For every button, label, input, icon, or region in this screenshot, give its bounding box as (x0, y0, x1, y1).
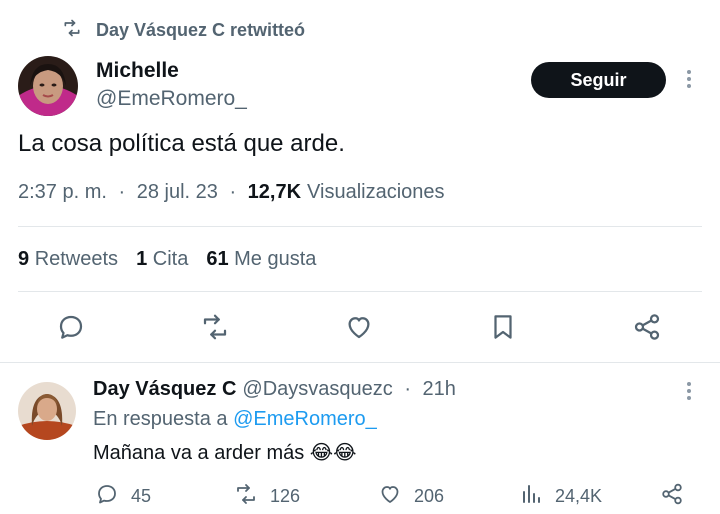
bookmark-icon[interactable] (488, 312, 518, 342)
follow-button[interactable]: Seguir (531, 62, 666, 98)
reply-views-button[interactable]: 24,4K (519, 482, 602, 511)
more-options-icon[interactable] (684, 382, 694, 400)
more-options-icon[interactable] (684, 70, 694, 88)
like-icon (378, 482, 402, 511)
meta-separator: · (223, 181, 242, 203)
tweet-date[interactable]: 28 jul. 23 (137, 181, 218, 204)
reply-text: Mañana va a arder más 😂😂 (93, 442, 357, 464)
divider (0, 362, 720, 363)
tweet-stats: 9 Retweets 1 Cita 61 Me gusta (18, 248, 316, 271)
retweets-stat[interactable]: 9 Retweets (18, 248, 118, 271)
retweet-icon (234, 482, 258, 511)
like-icon[interactable] (344, 312, 374, 342)
reply-icon (95, 482, 119, 511)
reply-reply-button[interactable]: 45 (95, 482, 151, 511)
reply-time[interactable]: 21h (423, 378, 456, 401)
meta-separator: · (398, 378, 417, 400)
retweet-icon[interactable] (200, 312, 230, 342)
reply-replies-count: 45 (131, 486, 152, 506)
views-icon (519, 482, 543, 511)
reply-like-button[interactable]: 206 (378, 482, 444, 511)
reply-icon[interactable] (56, 312, 86, 342)
reply-header: Day Vásquez C @Daysvasquezc · 21h (93, 378, 456, 401)
views-count: 12,7K (247, 181, 302, 203)
meta-separator: · (112, 181, 131, 203)
reply-retweet-button[interactable]: 126 (234, 482, 300, 511)
reply-views-count: 24,4K (555, 486, 603, 506)
reply-avatar[interactable] (18, 382, 76, 440)
likes-stat[interactable]: 61 Me gusta (206, 248, 316, 271)
retweet-context-text: Day Vásquez C retwitteó (96, 20, 306, 40)
reply-retweets-count: 126 (270, 486, 301, 506)
reply-to-link[interactable]: @EmeRomero_ (233, 408, 377, 430)
tweet-meta: 2:37 p. m. · 28 jul. 23 · 12,7K Visualiza… (18, 181, 445, 204)
reply-likes-count: 206 (414, 486, 445, 506)
share-icon[interactable] (632, 312, 662, 342)
reply-to-prefix: En respuesta a (93, 408, 234, 430)
avatar[interactable] (18, 56, 78, 116)
views-label: Visualizaciones (307, 181, 445, 203)
divider (18, 291, 702, 292)
author-handle[interactable]: @EmeRomero_ (96, 87, 247, 111)
reply-author-handle[interactable]: @Daysvasquezc (242, 378, 392, 401)
retweet-context[interactable]: Day Vásquez C retwitteó (62, 18, 305, 43)
retweet-icon (62, 18, 82, 43)
tweet-text: La cosa política está que arde. (18, 130, 345, 157)
share-icon (660, 482, 684, 511)
reply-share-button[interactable] (660, 482, 684, 511)
tweet-time[interactable]: 2:37 p. m. (18, 181, 107, 204)
quotes-stat[interactable]: 1 Cita (136, 248, 188, 271)
author-name[interactable]: Michelle (96, 59, 179, 83)
reply-to-line: En respuesta a @EmeRomero_ (93, 408, 377, 431)
divider (18, 226, 702, 227)
reply-author-name[interactable]: Day Vásquez C (93, 378, 236, 401)
